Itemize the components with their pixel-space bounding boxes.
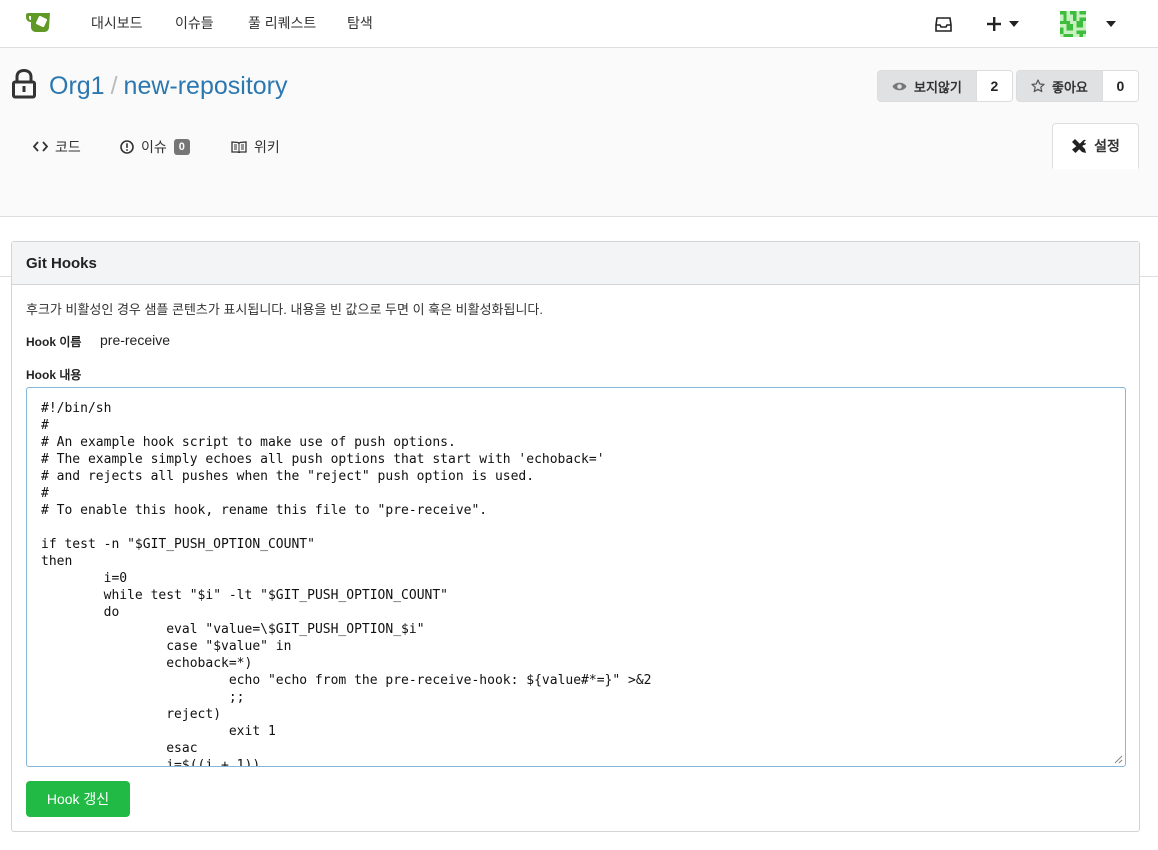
watch-button-group: 보지않기 2 bbox=[877, 70, 1013, 102]
repo-header: Org1/new-repository 보지않기 2 좋아요 0 코드 이슈 0… bbox=[0, 48, 1158, 217]
inbox-icon bbox=[935, 16, 952, 32]
user-menu[interactable] bbox=[1060, 0, 1116, 48]
nav-issues[interactable]: 이슈들 bbox=[175, 13, 214, 33]
tab-settings[interactable]: 설정 bbox=[1052, 123, 1139, 169]
create-new-menu[interactable] bbox=[987, 0, 1019, 48]
code-icon bbox=[33, 141, 48, 152]
hook-content-label: Hook 내용 bbox=[26, 368, 82, 382]
gitea-logo[interactable] bbox=[25, 11, 55, 33]
issues-count-badge: 0 bbox=[173, 138, 190, 155]
tab-code-label: 코드 bbox=[55, 138, 81, 155]
tab-issues-label: 이슈 bbox=[141, 138, 167, 155]
update-hook-button[interactable]: Hook 갱신 bbox=[26, 781, 130, 817]
nav-dashboard[interactable]: 대시보드 bbox=[91, 13, 143, 33]
repo-title: Org1/new-repository bbox=[49, 72, 288, 101]
avatar bbox=[1060, 11, 1086, 37]
panel-title: Git Hooks bbox=[12, 242, 1139, 285]
eye-icon bbox=[892, 82, 907, 90]
star-icon bbox=[1031, 79, 1045, 93]
watch-count[interactable]: 2 bbox=[975, 71, 1012, 101]
nav-pull-requests[interactable]: 풀 리퀘스트 bbox=[248, 13, 316, 33]
lock-icon bbox=[12, 69, 36, 99]
chevron-down-icon bbox=[1009, 21, 1019, 27]
book-icon bbox=[231, 140, 247, 153]
nav-explore[interactable]: 탐색 bbox=[347, 13, 373, 33]
tab-settings-label: 설정 bbox=[1094, 138, 1120, 154]
tab-wiki[interactable]: 위키 bbox=[231, 124, 280, 169]
repo-name-link[interactable]: new-repository bbox=[124, 72, 288, 100]
issue-icon bbox=[120, 139, 134, 154]
watch-label: 보지않기 bbox=[914, 79, 962, 95]
top-navbar: 대시보드 이슈들 풀 리퀘스트 탐색 bbox=[0, 0, 1158, 48]
hook-content-editor[interactable]: #!/bin/sh # # An example hook script to … bbox=[26, 387, 1126, 767]
git-hooks-panel: Git Hooks 후크가 비활성인 경우 샘플 콘텐츠가 표시됩니다. 내용을… bbox=[11, 241, 1140, 832]
panel-description: 후크가 비활성인 경우 샘플 콘텐츠가 표시됩니다. 내용을 빈 값으로 두면 … bbox=[26, 302, 544, 317]
plus-icon bbox=[987, 17, 1001, 31]
star-label: 좋아요 bbox=[1052, 79, 1088, 95]
chevron-down-icon bbox=[1106, 21, 1116, 27]
hook-name-value: pre-receive bbox=[100, 332, 171, 348]
star-button[interactable]: 좋아요 bbox=[1017, 71, 1102, 101]
repo-owner-link[interactable]: Org1 bbox=[49, 72, 105, 100]
tab-issues[interactable]: 이슈 0 bbox=[120, 124, 190, 169]
notifications-button[interactable] bbox=[935, 0, 952, 48]
resize-handle-icon[interactable] bbox=[1113, 754, 1123, 764]
tab-wiki-label: 위키 bbox=[254, 138, 280, 155]
tools-icon bbox=[1072, 139, 1087, 153]
hook-content-text[interactable]: #!/bin/sh # # An example hook script to … bbox=[41, 400, 1111, 766]
watch-button[interactable]: 보지않기 bbox=[878, 71, 976, 101]
star-button-group: 좋아요 0 bbox=[1016, 70, 1139, 102]
repo-path-separator: / bbox=[110, 72, 118, 100]
star-count[interactable]: 0 bbox=[1101, 71, 1138, 101]
hook-name-label: Hook 이름 bbox=[26, 335, 82, 349]
tab-code[interactable]: 코드 bbox=[33, 124, 81, 169]
